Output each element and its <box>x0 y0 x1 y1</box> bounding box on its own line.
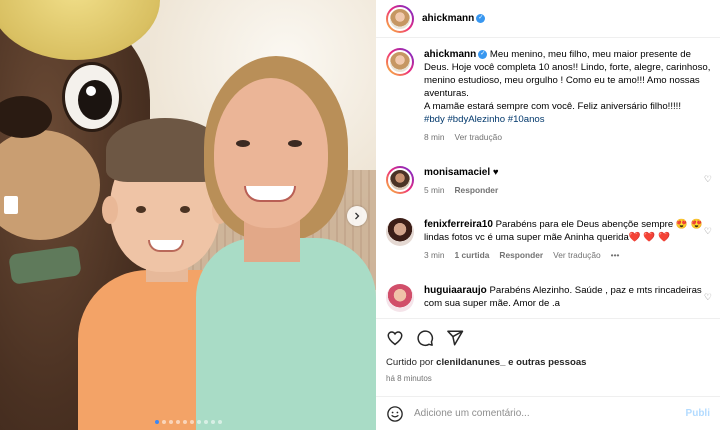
emoji-icon[interactable] <box>386 405 404 423</box>
caption-time: 8 min <box>424 132 445 142</box>
carousel-dot <box>189 420 194 424</box>
comment-username[interactable]: fenixferreira10 <box>424 219 493 230</box>
carousel-dots <box>0 420 376 424</box>
avatar[interactable] <box>386 4 414 33</box>
publish-button[interactable]: Publi <box>686 408 710 419</box>
reply-button[interactable]: Responder <box>454 184 498 197</box>
comment-item: fenixferreira10 Parabéns para ele Deus a… <box>386 218 712 262</box>
carousel-dot <box>175 420 180 424</box>
verified-badge-icon: ✓ <box>476 14 486 23</box>
comment-input[interactable] <box>414 408 676 419</box>
comment-like-icon[interactable]: ♡ <box>704 226 712 237</box>
comment-time: 3 min <box>424 250 445 260</box>
carousel-dot <box>154 420 159 424</box>
kid-eye-right <box>180 206 190 213</box>
post-photo <box>0 0 376 430</box>
comment-translate-link[interactable]: Ver tradução <box>553 249 601 262</box>
heart-icon[interactable] <box>386 329 404 347</box>
comment-like-icon[interactable]: ♡ <box>704 174 712 185</box>
mascot-tooth <box>4 196 18 214</box>
caption-translate-link[interactable]: Ver tradução <box>454 131 502 144</box>
carousel-dot <box>168 420 173 424</box>
comment-like-icon[interactable]: ♡ <box>704 292 712 303</box>
carousel-dot <box>217 420 222 424</box>
kid-eye-left <box>136 206 146 213</box>
header-username[interactable]: ahickmann <box>422 13 474 24</box>
post-side-panel: ahickmann ✓ ahickmann ✓ Meu menino, meu f… <box>376 0 720 430</box>
carousel-dot <box>203 420 208 424</box>
verified-badge-icon: ✓ <box>478 49 488 59</box>
mascot-eye-shine <box>86 86 96 96</box>
carousel-dot <box>196 420 201 424</box>
reply-button[interactable]: Responder <box>499 249 543 262</box>
likes-others-link[interactable]: e outras pessoas <box>508 357 586 368</box>
caption-username[interactable]: ahickmann <box>424 49 476 60</box>
woman-face <box>214 78 328 228</box>
avatar[interactable] <box>386 218 414 246</box>
carousel-dot <box>182 420 187 424</box>
comment-text: ♥ <box>492 167 499 178</box>
comment-username[interactable]: monisamaciel <box>424 167 490 178</box>
avatar[interactable] <box>386 48 414 76</box>
chevron-right-icon <box>355 212 360 220</box>
kid-ear-left <box>102 196 118 224</box>
mascot-pupil <box>78 80 112 120</box>
woman-smile <box>244 186 296 202</box>
caption-hashtags[interactable]: #bdy #bdyAlezinho #10anos <box>424 114 545 125</box>
avatar[interactable] <box>386 166 414 194</box>
comments-list: ahickmann ✓ Meu menino, meu filho, meu ma… <box>376 38 720 316</box>
add-comment-bar: Publi <box>376 396 720 430</box>
carousel-next-button[interactable] <box>347 206 367 226</box>
likes-user-link[interactable]: clenildanunes_ <box>436 357 505 368</box>
share-icon[interactable] <box>446 329 464 347</box>
woman-shirt <box>196 238 376 430</box>
comment-username[interactable]: huguiaaraujo <box>424 285 487 296</box>
post-actions: Curtido por clenildanunes_ e outras pess… <box>376 318 720 383</box>
post-timestamp: há 8 minutos <box>386 374 432 383</box>
more-options-icon[interactable]: ••• <box>611 249 620 262</box>
comment-icon[interactable] <box>416 329 434 347</box>
caption-item: ahickmann ✓ Meu menino, meu filho, meu ma… <box>386 48 712 144</box>
carousel-dot <box>161 420 166 424</box>
carousel-dot <box>210 420 215 424</box>
comment-item: huguiaaraujo Parabéns Alezinho. Saúde , … <box>386 284 712 312</box>
likes-summary: Curtido por clenildanunes_ e outras pess… <box>386 357 710 368</box>
comment-time: 5 min <box>424 185 445 195</box>
comment-likes-count[interactable]: 1 curtida <box>454 249 489 262</box>
woman-eye-right <box>288 140 302 147</box>
woman-eye-left <box>236 140 250 147</box>
avatar[interactable] <box>386 284 414 312</box>
likes-prefix: Curtido por <box>386 357 434 368</box>
comment-item: monisamaciel ♥ 5 min Responder ♡ <box>386 166 712 197</box>
post-header: ahickmann ✓ <box>376 0 720 38</box>
